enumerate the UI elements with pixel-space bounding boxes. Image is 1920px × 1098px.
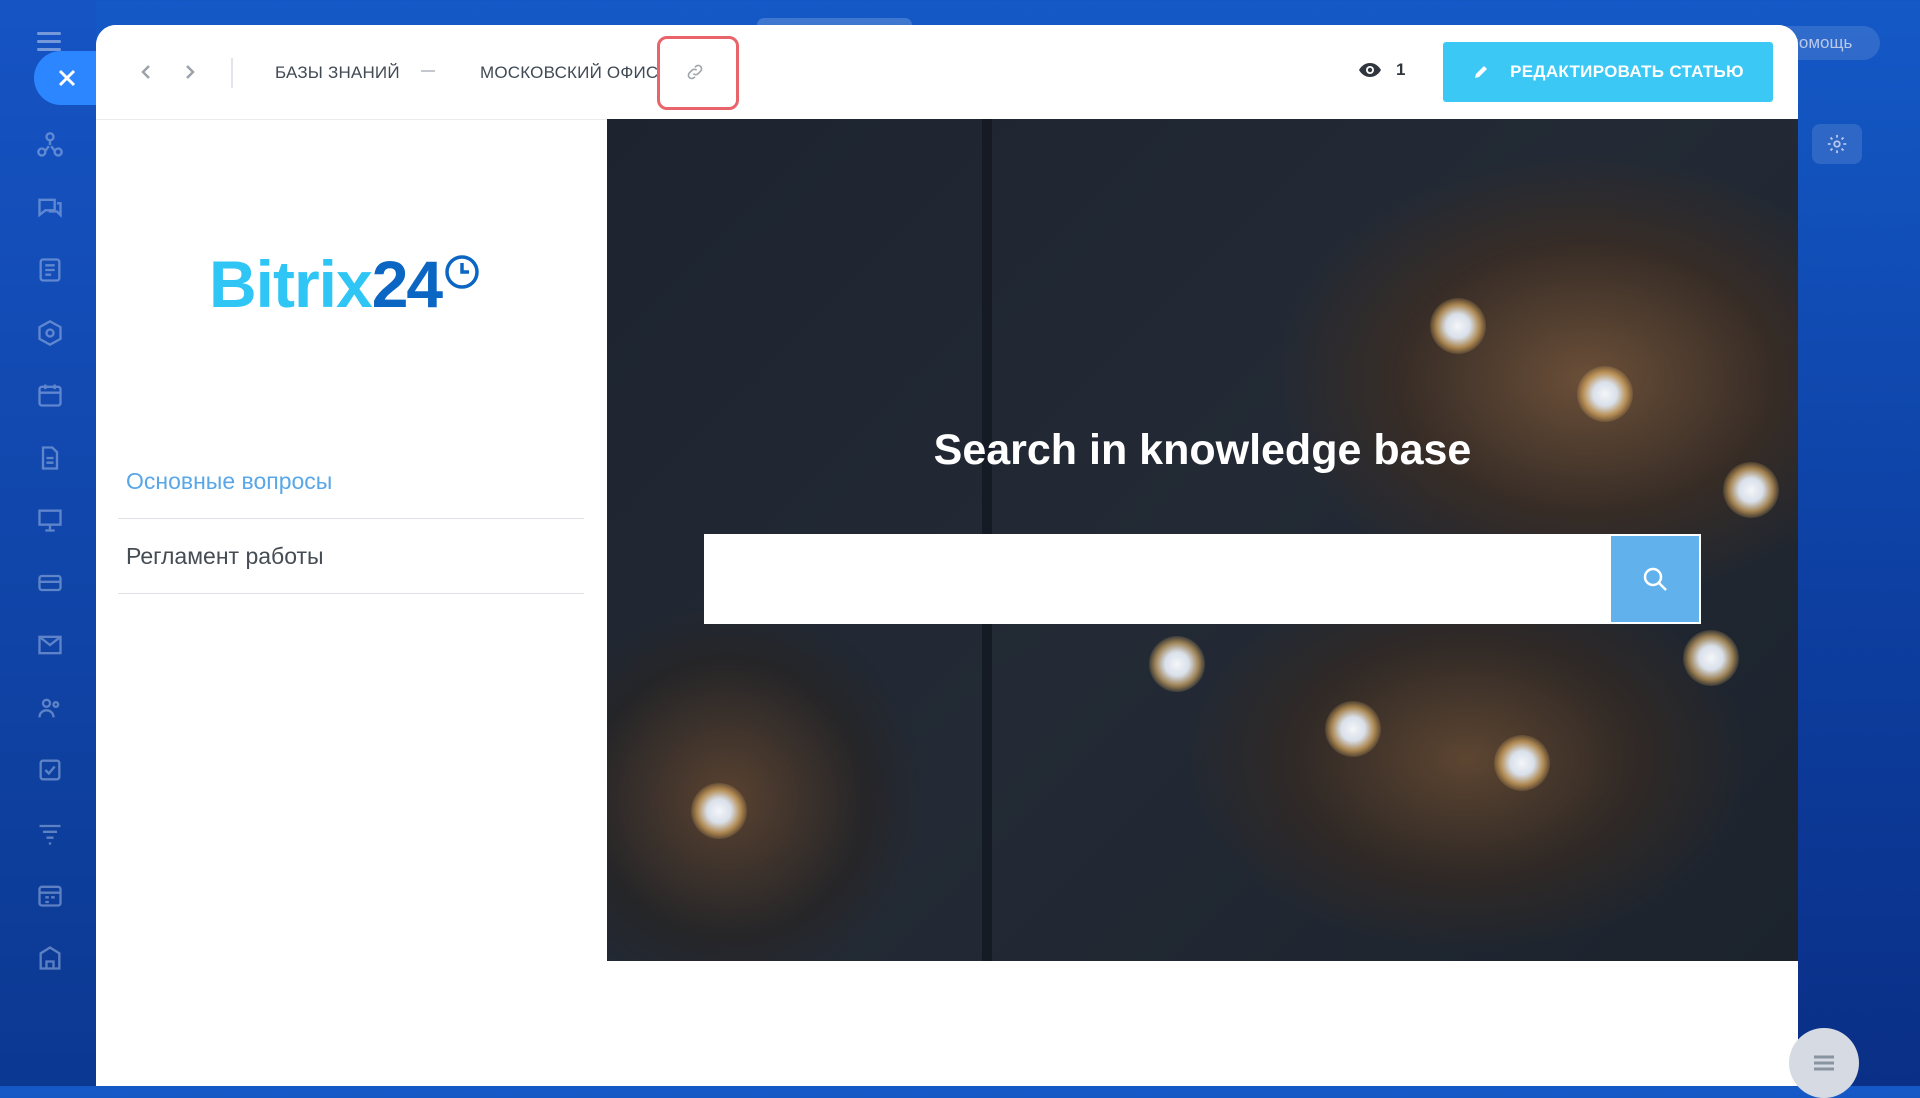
search-input[interactable] (704, 534, 1607, 624)
hexagon-icon[interactable] (30, 313, 70, 353)
menu-item-basic-questions[interactable]: Основные вопросы (118, 444, 584, 519)
edit-article-label: РЕДАКТИРОВАТЬ СТАТЬЮ (1510, 62, 1744, 81)
menu-item-work-regulations[interactable]: Регламент работы (118, 519, 584, 594)
card-icon[interactable] (30, 563, 70, 603)
copy-link-button[interactable] (681, 58, 709, 86)
hero-banner: Search in knowledge base (607, 119, 1798, 961)
knowledge-base-menu: Основные вопросы Регламент работы (118, 444, 584, 594)
search-button[interactable] (1611, 536, 1699, 622)
calendar-icon[interactable] (30, 375, 70, 415)
presentation-icon[interactable] (30, 500, 70, 540)
mail-icon[interactable] (30, 625, 70, 665)
logo-text-bitrix: Bitrix (209, 247, 373, 321)
close-slider-button[interactable] (34, 51, 100, 105)
building-icon[interactable] (30, 938, 70, 978)
breadcrumb-moscow-office[interactable]: МОСКОВСКИЙ ОФИС (480, 63, 658, 83)
edit-article-button[interactable]: РЕДАКТИРОВАТЬ СТАТЬЮ (1443, 42, 1773, 102)
chat-icon[interactable] (30, 188, 70, 228)
eye-icon (1359, 63, 1381, 77)
views-count: 1 (1396, 60, 1406, 79)
chevron-left-icon (141, 65, 150, 79)
list-icon (1814, 1055, 1834, 1071)
breadcrumb-separator (421, 70, 435, 72)
document-icon[interactable] (30, 438, 70, 478)
app-sidebar (0, 0, 96, 1086)
bulb-decoration (1683, 630, 1739, 686)
task-icon[interactable] (30, 750, 70, 790)
bulb-decoration (1325, 701, 1381, 757)
list-toggle-button[interactable] (1789, 1028, 1859, 1098)
panel-header: БАЗЫ ЗНАНИЙ МОСКОВСКИЙ ОФИС 1 РЕДАКТИРОВ… (96, 25, 1798, 120)
back-button[interactable] (132, 58, 160, 86)
close-icon (58, 69, 76, 87)
clock-icon (445, 255, 479, 289)
link-icon (687, 64, 703, 80)
feed-icon[interactable] (30, 250, 70, 290)
bulb-decoration (691, 783, 747, 839)
network-icon[interactable] (30, 125, 70, 165)
filter-icon[interactable] (30, 813, 70, 853)
users-icon[interactable] (30, 688, 70, 728)
logo-text-24: 24 (371, 247, 443, 321)
bitrix24-logo: Bitrix 24 (209, 251, 481, 317)
bulb-decoration (1430, 298, 1486, 354)
header-divider (231, 58, 233, 88)
pencil-icon (1475, 66, 1488, 78)
gear-icon[interactable] (1812, 124, 1862, 164)
hero-title: Search in knowledge base (933, 426, 1472, 474)
bulb-decoration (1577, 366, 1633, 422)
breadcrumb-knowledge-bases[interactable]: БАЗЫ ЗНАНИЙ (275, 63, 400, 83)
schedule-icon[interactable] (30, 875, 70, 915)
bulb-decoration (1149, 636, 1205, 692)
views-counter: 1 (1358, 60, 1405, 80)
forward-button[interactable] (176, 58, 204, 86)
search-box (704, 534, 1701, 624)
bulb-decoration (1494, 735, 1550, 791)
knowledge-base-panel: БАЗЫ ЗНАНИЙ МОСКОВСКИЙ ОФИС 1 РЕДАКТИРОВ… (96, 25, 1798, 1086)
search-icon (1643, 567, 1667, 591)
chevron-right-icon (186, 65, 195, 79)
